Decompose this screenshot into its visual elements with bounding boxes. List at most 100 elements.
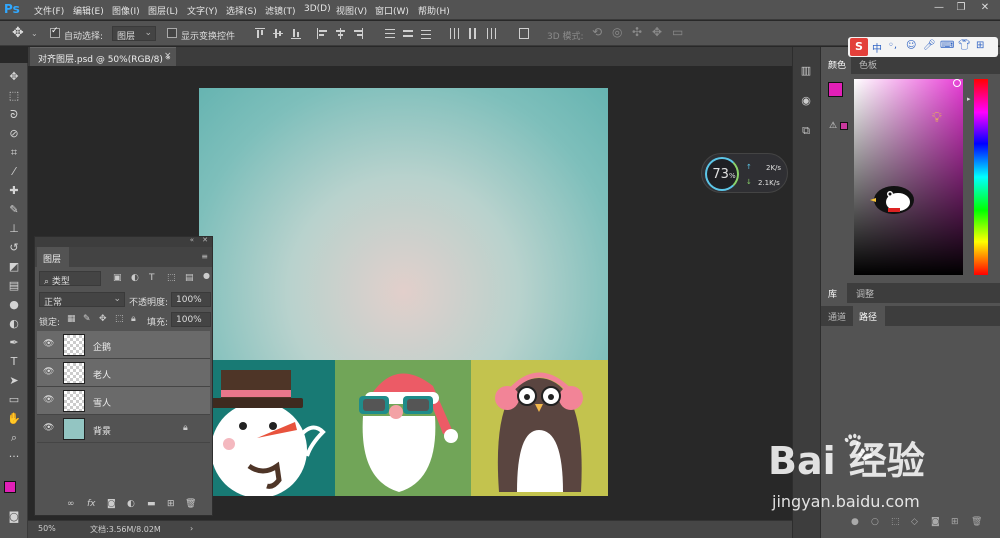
filter-toggle-icon[interactable]: ● bbox=[203, 271, 210, 280]
filter-pixel-icon[interactable]: ▣ bbox=[113, 273, 122, 283]
microphone-icon[interactable]: 🎤︎ bbox=[923, 40, 936, 51]
zoom-icon[interactable]: ⌕ bbox=[6, 430, 22, 446]
crop-icon[interactable]: ⌗ bbox=[6, 145, 22, 161]
marquee-icon[interactable]: ⬚ bbox=[6, 88, 22, 104]
align-left-icon[interactable] bbox=[317, 28, 327, 39]
menu-file[interactable]: 文件(F) bbox=[34, 4, 64, 17]
skin-icon[interactable]: 👕︎ bbox=[958, 40, 971, 51]
punctuation-icon[interactable]: ◦, bbox=[888, 40, 897, 51]
document-tab-close-button[interactable]: × bbox=[164, 51, 172, 61]
distribute-hcenter-icon[interactable] bbox=[467, 28, 477, 39]
align-right-icon[interactable] bbox=[353, 28, 363, 39]
menu-layer[interactable]: 图层(L) bbox=[148, 4, 178, 17]
blend-mode-select[interactable]: 正常 ⌄ bbox=[39, 292, 125, 308]
dodge-icon[interactable]: ◐ bbox=[6, 316, 22, 332]
ime-language-toggle[interactable]: 中 bbox=[872, 40, 882, 55]
distribute-vcenter-icon[interactable] bbox=[403, 28, 413, 39]
hue-slider-handle[interactable]: ▸ bbox=[967, 95, 971, 103]
eraser-icon[interactable]: ◩ bbox=[6, 259, 22, 275]
layer-row-snowman[interactable]: 👁︎ 雪人 bbox=[37, 387, 210, 415]
new-group-icon[interactable]: ▬ bbox=[147, 499, 156, 509]
menu-type[interactable]: 文字(Y) bbox=[187, 4, 218, 17]
network-speed-widget[interactable]: 73% ↑ 2K/s ↓ 2.1K/s bbox=[701, 153, 788, 193]
history-panel-icon[interactable]: ▥ bbox=[798, 64, 814, 80]
emoji-icon[interactable]: ☺ bbox=[906, 40, 916, 51]
lock-artboard-icon[interactable]: ⬚ bbox=[115, 314, 124, 324]
add-mask-icon[interactable]: ◙ bbox=[107, 499, 116, 509]
menu-image[interactable]: 图像(I) bbox=[112, 4, 140, 17]
lock-all-icon[interactable]: 🔒︎ bbox=[131, 314, 136, 324]
tab-channels[interactable]: 通道 bbox=[828, 310, 846, 323]
menu-select[interactable]: 选择(S) bbox=[226, 4, 257, 17]
tab-color[interactable]: 颜色 bbox=[828, 58, 846, 71]
distribute-right-icon[interactable] bbox=[485, 28, 496, 39]
menu-filter[interactable]: 滤镜(T) bbox=[265, 4, 296, 17]
filter-shape-icon[interactable]: ⬚ bbox=[167, 273, 176, 283]
tab-layers[interactable]: 图层 bbox=[37, 247, 69, 267]
auto-select-target-select[interactable]: 图层 ⌄ bbox=[112, 26, 156, 42]
lock-position-icon[interactable]: ✥ bbox=[99, 314, 107, 324]
layer-filter-select[interactable]: ⌕ 类型 bbox=[39, 271, 101, 287]
layer-row-santa[interactable]: 👁︎ 老人 bbox=[37, 359, 210, 387]
move-icon[interactable]: ✥ bbox=[6, 69, 22, 85]
hue-slider[interactable] bbox=[974, 79, 988, 275]
sogou-logo[interactable]: S bbox=[850, 38, 868, 56]
tab-adjustments[interactable]: 调整 bbox=[856, 287, 874, 300]
minimize-button[interactable]: — bbox=[930, 2, 948, 16]
collapse-icon[interactable]: « bbox=[190, 236, 194, 244]
tab-paths[interactable]: 路径 bbox=[859, 310, 877, 323]
filter-adjustment-icon[interactable]: ◐ bbox=[131, 273, 139, 283]
close-panel-icon[interactable]: ✕ bbox=[202, 236, 208, 244]
distribute-left-icon[interactable] bbox=[449, 28, 459, 39]
history-brush-icon[interactable]: ↺ bbox=[6, 240, 22, 256]
tab-swatches[interactable]: 色板 bbox=[859, 58, 877, 71]
keyboard-icon[interactable]: ⌨ bbox=[940, 40, 954, 51]
adjustment-layer-icon[interactable]: ◐ bbox=[127, 499, 135, 509]
blur-icon[interactable]: ● bbox=[6, 297, 22, 313]
distribute-top-icon[interactable] bbox=[385, 28, 395, 39]
menu-window[interactable]: 窗口(W) bbox=[375, 4, 409, 17]
filter-smart-object-icon[interactable]: ▤ bbox=[185, 273, 194, 283]
menu-3d[interactable]: 3D(D) bbox=[304, 4, 331, 14]
auto-select-checkbox[interactable] bbox=[50, 26, 60, 38]
auto-align-layers-icon[interactable] bbox=[519, 28, 529, 39]
hand-icon[interactable]: ✋ bbox=[6, 411, 22, 427]
distribute-bottom-icon[interactable] bbox=[421, 28, 431, 39]
show-transform-checkbox[interactable] bbox=[167, 28, 177, 38]
layer-style-icon[interactable]: fx bbox=[87, 499, 96, 509]
quick-mask-icon[interactable]: ◙ bbox=[6, 509, 22, 525]
layers-panel-titlebar[interactable]: « ✕ bbox=[35, 236, 212, 247]
more-tools-icon[interactable]: ··· bbox=[6, 449, 22, 465]
restore-button[interactable]: ❐ bbox=[952, 2, 970, 16]
type-icon[interactable]: T bbox=[6, 354, 22, 370]
lasso-icon[interactable]: ᘐ bbox=[6, 107, 22, 123]
gradient-icon[interactable]: ▤ bbox=[6, 278, 22, 294]
move-tool-icon[interactable]: ✥ bbox=[12, 25, 24, 41]
color-picker-handle[interactable] bbox=[953, 79, 961, 87]
align-vcenter-icon[interactable] bbox=[273, 28, 283, 39]
clone-stamp-icon[interactable]: ⊥ bbox=[6, 221, 22, 237]
color-picker-field[interactable] bbox=[854, 79, 963, 275]
tab-libraries[interactable]: 库 bbox=[828, 287, 837, 300]
document-tab[interactable]: 对齐图层.psd @ 50%(RGB/8) * × bbox=[30, 47, 176, 66]
rectangle-shape-icon[interactable]: ▭ bbox=[6, 392, 22, 408]
align-bottom-icon[interactable] bbox=[291, 28, 301, 39]
fill-input[interactable]: 100% bbox=[171, 312, 211, 327]
delete-layer-icon[interactable]: 🗑︎ bbox=[185, 499, 196, 509]
link-layers-icon[interactable]: ∞ bbox=[67, 499, 75, 509]
menu-edit[interactable]: 编辑(E) bbox=[73, 4, 104, 17]
foreground-color-swatch[interactable] bbox=[4, 481, 16, 493]
visibility-eye-icon[interactable]: 👁︎ bbox=[43, 395, 54, 405]
properties-panel-icon[interactable]: ◉ bbox=[798, 94, 814, 110]
tool-preset-chevron-icon[interactable]: ⌄ bbox=[31, 29, 38, 38]
gamut-color-swatch[interactable] bbox=[840, 122, 848, 130]
toolbox-grid-icon[interactable]: ⊞ bbox=[976, 40, 984, 51]
close-window-button[interactable]: ✕ bbox=[976, 2, 994, 16]
eyedropper-icon[interactable]: ⁄ bbox=[6, 164, 22, 180]
healing-brush-icon[interactable]: ✚ bbox=[6, 183, 22, 199]
pen-icon[interactable]: ✒ bbox=[6, 335, 22, 351]
document-canvas[interactable] bbox=[199, 88, 608, 496]
path-select-icon[interactable]: ➤ bbox=[6, 373, 22, 389]
opacity-input[interactable]: 100% bbox=[171, 292, 211, 307]
layer-row-penguin[interactable]: 👁︎ 企鹅 bbox=[37, 331, 210, 359]
